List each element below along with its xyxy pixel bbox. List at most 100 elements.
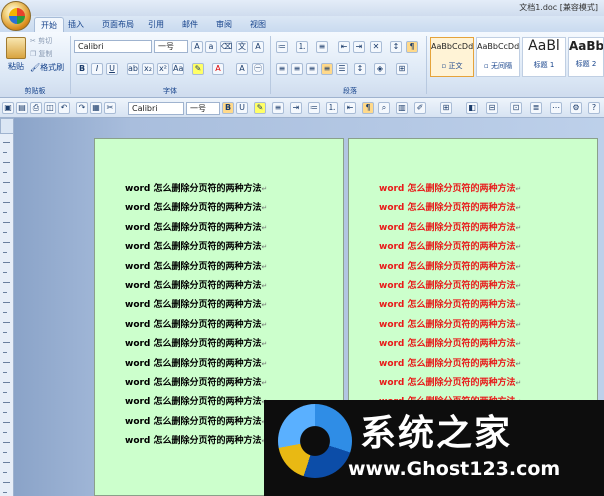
paste-small-icon[interactable]: ✂ — [104, 102, 116, 114]
char-shading-icon[interactable]: A — [236, 63, 248, 75]
document-line[interactable]: word 怎么删除分页符的两种方法↵ — [379, 336, 521, 349]
font-name-combo[interactable]: Calibri — [74, 40, 152, 53]
open-icon[interactable]: ▤ — [16, 102, 28, 114]
undo-icon[interactable]: ↶ — [58, 102, 70, 114]
document-line[interactable]: word 怎么删除分页符的两种方法↵ — [125, 239, 267, 252]
align-left-icon[interactable]: ≡ — [276, 63, 288, 75]
vertical-ruler[interactable] — [0, 134, 14, 496]
enclose-char-icon[interactable]: ㊀ — [252, 63, 264, 75]
paste-button[interactable]: 粘贴 — [8, 61, 24, 72]
document-line[interactable]: word 怎么删除分页符的两种方法↵ — [379, 375, 521, 388]
shading-icon[interactable]: ◈ — [374, 63, 386, 75]
quick-bullets-icon[interactable]: ≔ — [308, 102, 320, 114]
document-line[interactable]: word 怎么删除分页符的两种方法↵ — [125, 336, 267, 349]
document-line[interactable]: word 怎么删除分页符的两种方法↵ — [125, 375, 267, 388]
quick-lines-icon[interactable]: ≣ — [530, 102, 542, 114]
quick-more-icon[interactable]: ⋯ — [550, 102, 562, 114]
quick-underline-icon[interactable]: U — [236, 102, 248, 114]
document-line[interactable]: word 怎么删除分页符的两种方法↵ — [125, 259, 267, 272]
tab-insert[interactable]: 插入 — [62, 17, 90, 32]
document-line[interactable]: word 怎么删除分页符的两种方法↵ — [125, 297, 267, 310]
distributed-icon[interactable]: ☰ — [336, 63, 348, 75]
increase-indent-icon[interactable]: ⇥ — [353, 41, 365, 53]
style-normal[interactable]: AaBbCcDd ▫ 正文 — [430, 37, 474, 77]
document-line[interactable]: word 怎么删除分页符的两种方法↵ — [379, 259, 521, 272]
quick-outdent-icon[interactable]: ⇤ — [344, 102, 356, 114]
document-line[interactable]: word 怎么删除分页符的两种方法↵ — [125, 220, 267, 233]
underline-icon[interactable]: U — [106, 63, 118, 75]
strikethrough-icon[interactable]: ab — [127, 63, 139, 75]
document-line[interactable]: word 怎么删除分页符的两种方法↵ — [379, 297, 521, 310]
document-line[interactable]: word 怎么删除分页符的两种方法↵ — [379, 181, 521, 194]
phonetic-guide-icon[interactable]: 文 — [236, 41, 248, 53]
bullets-icon[interactable]: ≔ — [276, 41, 288, 53]
quick-font-combo[interactable]: Calibri — [128, 102, 184, 115]
quick-indent-icon[interactable]: ⇥ — [290, 102, 302, 114]
document-line[interactable]: word 怎么删除分页符的两种方法↵ — [125, 433, 267, 446]
show-marks-icon[interactable]: ¶ — [406, 41, 418, 53]
document-line[interactable]: word 怎么删除分页符的两种方法↵ — [125, 200, 267, 213]
superscript-icon[interactable]: x² — [157, 63, 169, 75]
format-painter-button[interactable]: 🖌格式刷 — [30, 62, 64, 73]
tab-references[interactable]: 引用 — [142, 17, 170, 32]
tab-review[interactable]: 审阅 — [210, 17, 238, 32]
asian-layout-icon[interactable]: ✕ — [370, 41, 382, 53]
quick-settings-icon[interactable]: ⚙ — [570, 102, 582, 114]
clear-format-icon[interactable]: ⌫ — [220, 41, 232, 53]
paste-icon[interactable] — [6, 37, 26, 59]
save-icon[interactable]: ▣ — [2, 102, 14, 114]
document-line[interactable]: word 怎么删除分页符的两种方法↵ — [125, 317, 267, 330]
quick-view-icon[interactable]: ◧ — [466, 102, 478, 114]
office-button[interactable] — [1, 1, 31, 31]
tab-mailings[interactable]: 邮件 — [176, 17, 204, 32]
highlight-icon[interactable]: ✎ — [192, 63, 204, 75]
tab-view[interactable]: 视图 — [244, 17, 272, 32]
document-line[interactable]: word 怎么删除分页符的两种方法↵ — [379, 200, 521, 213]
document-line[interactable]: word 怎么删除分页符的两种方法↵ — [379, 239, 521, 252]
italic-icon[interactable]: I — [91, 63, 103, 75]
justify-icon[interactable]: ≡ — [321, 63, 333, 75]
decrease-indent-icon[interactable]: ⇤ — [338, 41, 350, 53]
align-center-icon[interactable]: ≡ — [291, 63, 303, 75]
style-heading-2[interactable]: AaBb 标题 2 — [568, 37, 604, 77]
line-spacing-icon[interactable]: ↕ — [354, 63, 366, 75]
quick-draw-icon[interactable]: ✐ — [414, 102, 426, 114]
tab-page-layout[interactable]: 页面布局 — [96, 17, 140, 32]
document-line[interactable]: word 怎么删除分页符的两种方法↵ — [125, 181, 267, 194]
print-icon[interactable]: ⎙ — [30, 102, 42, 114]
bold-icon[interactable]: B — [76, 63, 88, 75]
quick-bold-icon[interactable]: B — [222, 102, 234, 114]
quick-layout-icon[interactable]: ⊟ — [486, 102, 498, 114]
document-line[interactable]: word 怎么删除分页符的两种方法↵ — [379, 278, 521, 291]
quick-marks-icon[interactable]: ¶ — [362, 102, 374, 114]
document-line[interactable]: word 怎么删除分页符的两种方法↵ — [125, 278, 267, 291]
change-case-icon[interactable]: Aa — [172, 63, 184, 75]
preview-icon[interactable]: ◫ — [44, 102, 56, 114]
table-icon[interactable]: ▦ — [90, 102, 102, 114]
tab-home[interactable]: 开始 — [34, 17, 64, 32]
font-color-icon[interactable]: A — [212, 63, 224, 75]
quick-columns-icon[interactable]: ▥ — [396, 102, 408, 114]
quick-border-icon[interactable]: ⊞ — [440, 102, 452, 114]
multilevel-list-icon[interactable]: ≡ — [316, 41, 328, 53]
ruler-toggle[interactable] — [0, 118, 14, 134]
shrink-font-icon[interactable]: a — [205, 41, 217, 53]
font-size-combo[interactable]: 一号 — [154, 40, 188, 53]
document-line[interactable]: word 怎么删除分页符的两种方法↵ — [379, 356, 521, 369]
align-right-icon[interactable]: ≡ — [306, 63, 318, 75]
quick-align-icon[interactable]: ≡ — [272, 102, 284, 114]
borders-icon[interactable]: ⊞ — [396, 63, 408, 75]
quick-numbering-icon[interactable]: ⒈ — [326, 102, 338, 114]
grow-font-icon[interactable]: A — [191, 41, 203, 53]
document-line[interactable]: word 怎么删除分页符的两种方法↵ — [125, 356, 267, 369]
numbering-icon[interactable]: ⒈ — [296, 41, 308, 53]
quick-size-combo[interactable]: 一号 — [186, 102, 220, 115]
subscript-icon[interactable]: x₂ — [142, 63, 154, 75]
document-line[interactable]: word 怎么删除分页符的两种方法↵ — [125, 394, 267, 407]
document-line[interactable]: word 怎么删除分页符的两种方法↵ — [379, 220, 521, 233]
cut-button[interactable]: ✂ 剪切 — [30, 36, 52, 46]
quick-help-icon[interactable]: ? — [588, 102, 600, 114]
char-border-icon[interactable]: A — [252, 41, 264, 53]
quick-zoom-icon[interactable]: ⌕ — [378, 102, 390, 114]
style-no-spacing[interactable]: AaBbCcDd ▫ 无间隔 — [476, 37, 520, 77]
